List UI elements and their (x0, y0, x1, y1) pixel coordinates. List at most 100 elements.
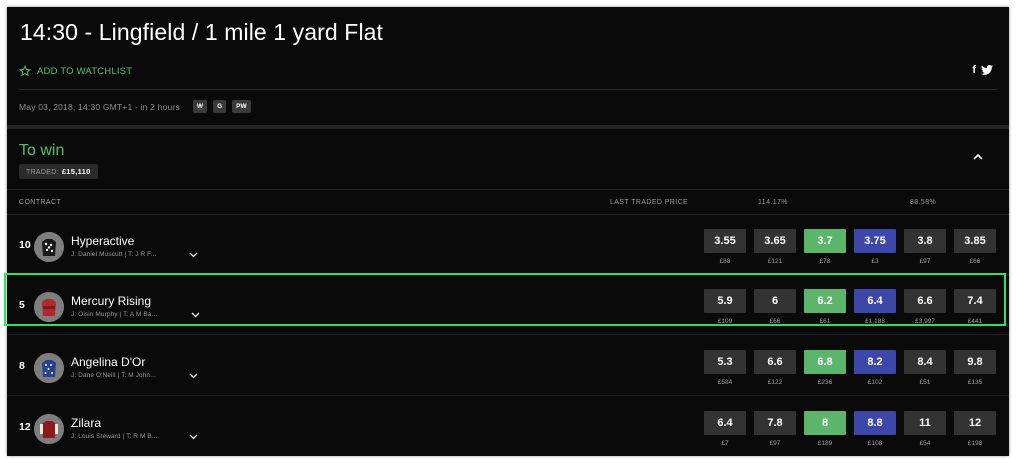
back-price-best[interactable]: 8 (804, 411, 846, 435)
lay-price-2[interactable]: 8.4 (904, 350, 946, 374)
event-date: May 03, 2018, 14:30 GMT+1 - in 2 hours (19, 101, 180, 112)
back-price-2[interactable]: 6.6 (754, 350, 796, 374)
chip-pw[interactable]: PW (232, 100, 251, 113)
lay-volume-3: £135 (967, 379, 983, 386)
chevron-down-icon[interactable] (189, 434, 198, 440)
back-volume-best: £61 (819, 318, 831, 325)
runner-name: Angelina D'Or (71, 355, 146, 369)
facebook-icon[interactable]: f (972, 64, 976, 76)
lay-volume-2: £54 (919, 440, 931, 447)
odds-ladder: 5.3 £584 6.6 £122 6.8 £236 8.2 £102 8.4 £51 9… (704, 350, 996, 386)
back-volume-2: £97 (769, 440, 781, 447)
runner-number: 5 (19, 299, 25, 311)
chevron-down-icon[interactable] (191, 312, 200, 318)
back-price-2[interactable]: 6 (754, 289, 796, 313)
chevron-down-icon[interactable] (189, 252, 198, 258)
lay-price-2[interactable]: 6.6 (904, 289, 946, 313)
lay-volume-best: £102 (867, 379, 883, 386)
chip-g[interactable]: G (213, 100, 227, 113)
back-volume-best: £236 (817, 379, 833, 386)
back-price-3[interactable]: 5.3 (704, 350, 746, 374)
back-price-3[interactable]: 5.9 (704, 289, 746, 313)
odds-ladder: 5.9 £109 6 £66 6.2 £61 6.4 £1,188 6.6 £3,997 … (704, 289, 996, 325)
social-share: f (972, 64, 993, 76)
jockey-silk-icon (34, 292, 64, 322)
divider (7, 189, 1009, 190)
runner-name: Hyperactive (71, 234, 135, 248)
lay-volume-best: £1,188 (865, 318, 885, 325)
lay-volume-3: £66 (969, 258, 981, 265)
runner-row[interactable]: 12 Zilara J: Louis Steward | T: R M B...… (7, 397, 1009, 456)
jockey-silk-icon (34, 414, 64, 444)
chevron-up-icon[interactable] (971, 150, 985, 164)
back-volume-2: £122 (767, 379, 783, 386)
back-price-best[interactable]: 6.2 (804, 289, 846, 313)
page-title: 14:30 - Lingfield / 1 mile 1 yard Flat (20, 19, 384, 45)
lay-price-3[interactable]: 12 (954, 411, 996, 435)
add-to-watchlist-button[interactable]: ADD TO WATCHLIST (19, 65, 132, 77)
column-contract: CONTRACT (19, 199, 62, 206)
back-volume-3: £584 (717, 379, 733, 386)
column-last-traded: LAST TRADED PRICE (610, 199, 689, 206)
chevron-down-icon[interactable] (189, 373, 198, 379)
runner-number: 10 (19, 239, 31, 251)
jockey-silk-icon (34, 232, 64, 262)
back-volume-2: £121 (767, 258, 783, 265)
jockey-trainer: J: Louis Steward | T: R M B... (71, 433, 158, 440)
lay-volume-3: £441 (967, 318, 983, 325)
back-price-2[interactable]: 3.65 (754, 229, 796, 253)
back-price-3[interactable]: 3.55 (704, 229, 746, 253)
market-panel: 14:30 - Lingfield / 1 mile 1 yard Flat A… (7, 7, 1009, 456)
back-price-best[interactable]: 3.7 (804, 229, 846, 253)
traded-value: £15,110 (61, 167, 91, 176)
runner-number: 8 (19, 360, 25, 372)
divider (19, 89, 997, 90)
lay-volume-2: £51 (919, 379, 931, 386)
back-volume-3: £109 (717, 318, 733, 325)
twitter-icon[interactable] (981, 65, 993, 75)
market-title: To win (19, 142, 65, 159)
back-volume-best: £189 (817, 440, 833, 447)
back-volume-3: £88 (719, 258, 731, 265)
jockey-silk-icon (34, 353, 64, 383)
odds-ladder: 6.4 £7 7.8 £97 8 £189 8.8 £108 11 £54 12 £198 (704, 411, 996, 447)
back-price-3[interactable]: 6.4 (704, 411, 746, 435)
column-lay-overround: 88.58% (910, 199, 937, 206)
column-back-overround: 114.17% (758, 199, 788, 206)
traded-badge: TRADED: £15,110 (19, 164, 98, 179)
lay-price-best[interactable]: 8.8 (854, 411, 896, 435)
event-meta: May 03, 2018, 14:30 GMT+1 - in 2 hours W… (19, 100, 253, 113)
odds-ladder: 3.55 £88 3.65 £121 3.7 £78 3.75 £3 3.8 £97 3.… (704, 229, 996, 265)
traded-label: TRADED: (26, 169, 59, 176)
lay-volume-2: £97 (919, 258, 931, 265)
jockey-trainer: J: Daniel Muscutt | T: J R F... (71, 251, 157, 258)
back-price-2[interactable]: 7.8 (754, 411, 796, 435)
lay-price-2[interactable]: 3.8 (904, 229, 946, 253)
lay-volume-3: £198 (967, 440, 983, 447)
back-price-best[interactable]: 6.8 (804, 350, 846, 374)
section-separator (7, 125, 1009, 129)
watchlist-label: ADD TO WATCHLIST (37, 65, 133, 77)
lay-price-best[interactable]: 3.75 (854, 229, 896, 253)
runner-row[interactable]: 10 Hyperactive J: Daniel Muscutt | T: J … (7, 215, 1009, 275)
jockey-trainer: J: Oisin Murphy | T: A M Ba... (71, 311, 158, 318)
lay-price-2[interactable]: 11 (904, 411, 946, 435)
lay-volume-best: £108 (867, 440, 883, 447)
lay-price-best[interactable]: 8.2 (854, 350, 896, 374)
lay-price-3[interactable]: 3.85 (954, 229, 996, 253)
runner-name: Zilara (71, 416, 102, 430)
star-outline-icon (19, 65, 31, 77)
chip-win[interactable]: W (192, 100, 208, 113)
runner-number: 12 (19, 421, 31, 433)
lay-price-3[interactable]: 9.8 (954, 350, 996, 374)
lay-volume-best: £3 (871, 258, 879, 265)
lay-price-3[interactable]: 7.4 (954, 289, 996, 313)
back-volume-best: £78 (819, 258, 831, 265)
jockey-trainer: J: Dane O'Neill | T: M John... (71, 372, 156, 379)
lay-volume-2: £3,997 (915, 318, 935, 325)
lay-price-best[interactable]: 6.4 (854, 289, 896, 313)
back-volume-3: £7 (721, 440, 729, 447)
runner-name: Mercury Rising (71, 294, 152, 308)
runner-row[interactable]: 8 Angelina D'Or J: Dane O'Neill | T: M J… (7, 336, 1009, 396)
runner-row[interactable]: 5 Mercury Rising J: Oisin Murphy | T: A … (7, 275, 1009, 335)
